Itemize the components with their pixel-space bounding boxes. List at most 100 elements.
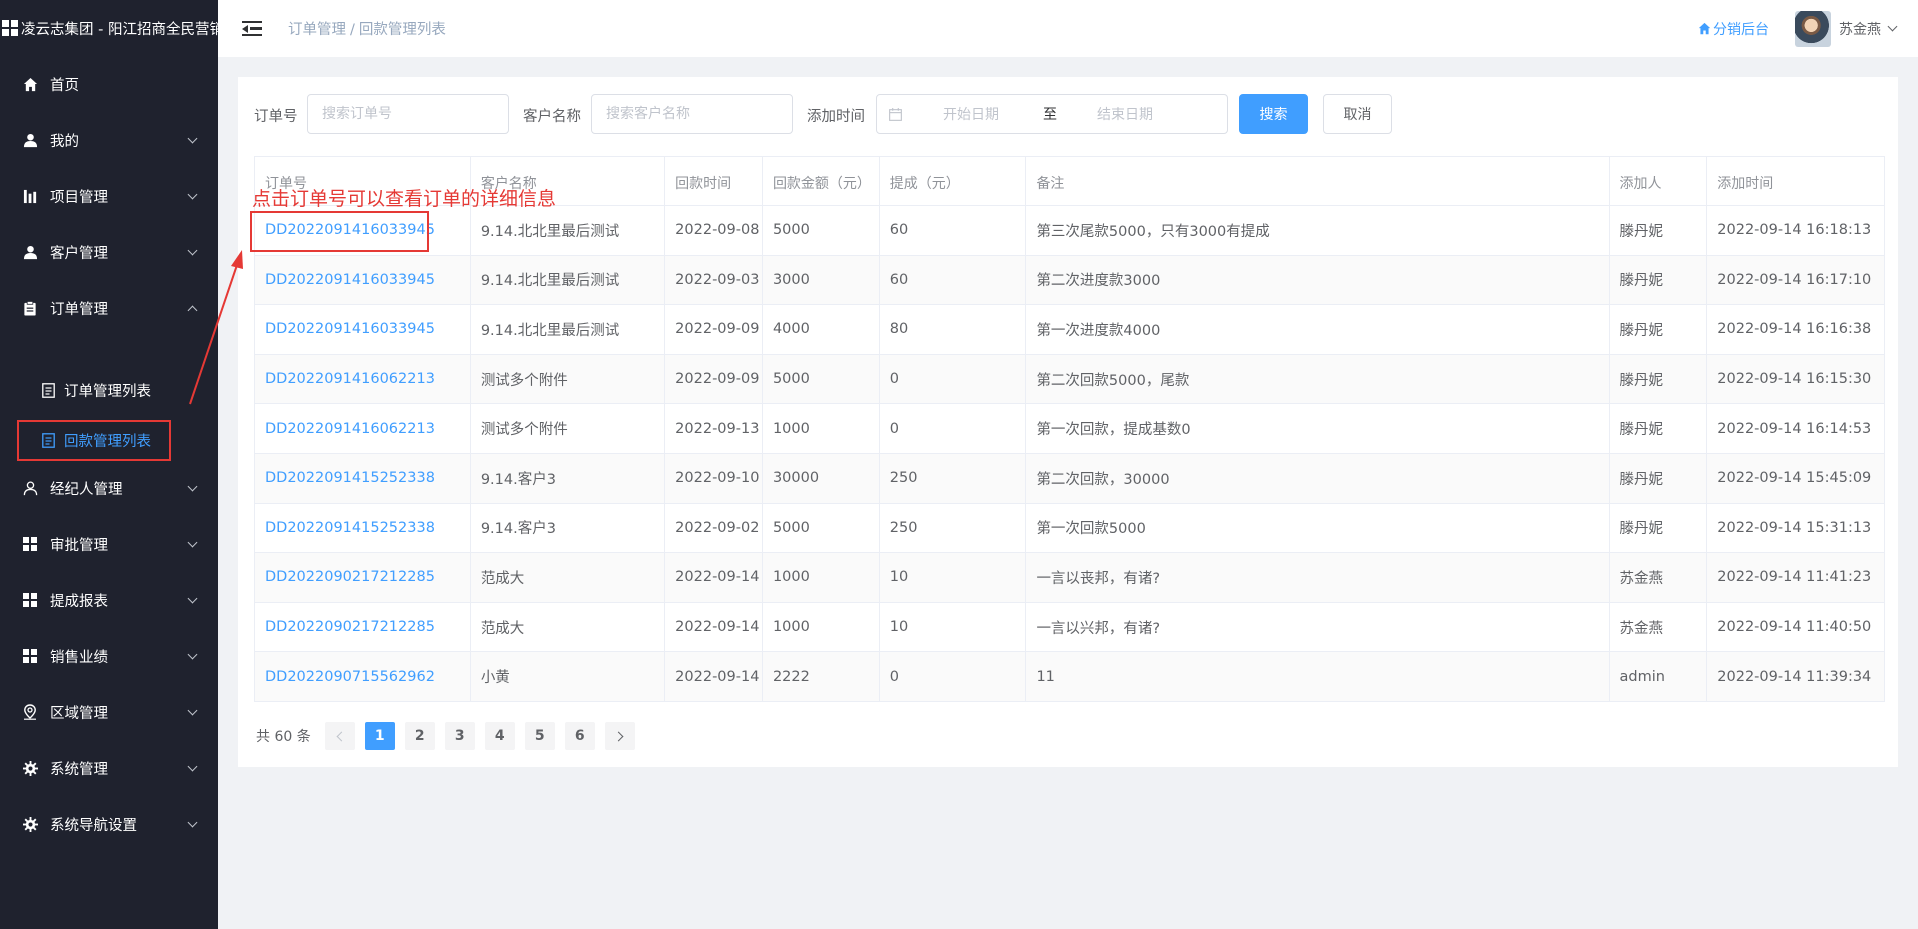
home-icon [1698, 22, 1711, 35]
page-button[interactable]: 3 [444, 722, 475, 750]
user-name[interactable]: 苏金燕 [1839, 19, 1881, 39]
column-header[interactable]: 客户名称 [469, 156, 666, 206]
avatar[interactable] [1795, 10, 1831, 47]
table-cell: 2022-09-14 [664, 651, 763, 702]
order-number-link[interactable]: DD2022090217212285 [265, 619, 435, 635]
order-number-link[interactable]: DD2022090217212285 [265, 569, 435, 585]
table-cell: 苏金燕 [1608, 601, 1708, 653]
pagination-total: 共 60 条 [256, 729, 311, 745]
order-number-link[interactable]: DD2022091416033945 [265, 222, 435, 238]
table-cell: 0 [878, 353, 1027, 405]
table-cell: 第二次进度款3000 [1025, 254, 1610, 306]
clipboard-icon [22, 300, 38, 316]
next-page-button[interactable] [604, 722, 635, 750]
table-cell: 2022-09-14 11:40:50 [1706, 601, 1885, 653]
column-header[interactable]: 回款时间 [664, 156, 763, 206]
table-cell: 2022-09-02 [664, 502, 763, 554]
page-button[interactable]: 2 [404, 722, 435, 750]
table-row: DD2022091415252338 9.14.客户3 2022-09-10 3000… [254, 452, 1885, 504]
sidebar-item-approvals[interactable]: 审批管理 [0, 516, 218, 572]
sidebar-item-nav-settings[interactable]: 系统导航设置 [0, 796, 218, 852]
table-cell: 2022-09-08 [664, 205, 763, 256]
table-cell: DD2022091416062213 [254, 403, 471, 454]
logo-grid-icon [2, 20, 18, 36]
table-cell: 1000 [761, 403, 880, 454]
chevron-down-icon [187, 537, 198, 548]
table-cell: DD2022091415252338 [254, 452, 471, 504]
table-cell: 80 [878, 304, 1027, 355]
page-button[interactable]: 6 [564, 722, 595, 750]
date-label: 添加时间 [807, 109, 865, 125]
page-button[interactable]: 1 [364, 722, 395, 750]
order-number-link[interactable]: DD2022091415252338 [265, 470, 435, 486]
breadcrumb-item-orders[interactable]: 订单管理 [288, 22, 346, 38]
sidebar-item-agents[interactable]: 经纪人管理 [0, 460, 218, 516]
customer-search-input[interactable] [591, 94, 793, 134]
order-number-link[interactable]: DD2022091416062213 [265, 421, 435, 437]
chevron-down-icon [187, 649, 198, 660]
table-cell: 2022-09-14 11:39:34 [1706, 651, 1885, 702]
sidebar-item-system[interactable]: 系统管理 [0, 740, 218, 796]
sidebar-item-payment-list[interactable]: 回款管理列表 [0, 420, 218, 461]
order-no-search-input[interactable] [307, 94, 509, 134]
table-cell: 9.14.客户3 [469, 502, 666, 554]
table-cell: 测试多个附件 [469, 353, 666, 405]
table-cell: 1000 [761, 601, 880, 653]
table-cell: 2022-09-09 [664, 304, 763, 355]
order-number-link[interactable]: DD2022090715562962 [265, 669, 435, 685]
table-row: DD2022091415252338 9.14.客户3 2022-09-02 5000… [254, 502, 1885, 554]
date-end-input[interactable]: 结束日期 [1097, 104, 1217, 124]
sidebar-item-regions[interactable]: 区域管理 [0, 684, 218, 740]
table-cell: 滕丹妮 [1608, 403, 1708, 454]
app-logo[interactable]: 凌云志集团 - 阳江招商全民营销 [0, 0, 218, 56]
prev-page-button[interactable] [324, 722, 355, 750]
order-no-label: 订单号 [254, 109, 298, 125]
page-button[interactable]: 5 [524, 722, 555, 750]
sidebar-item-mine[interactable]: 我的 [0, 112, 218, 168]
table-cell: 0 [878, 651, 1027, 702]
table-row: DD2022090217212285 范成大 2022-09-14 1000 10 一言以… [254, 552, 1885, 603]
column-header[interactable]: 回款金额（元） [761, 156, 880, 206]
column-header[interactable]: 提成（元） [878, 156, 1027, 206]
distribution-backend-link[interactable]: 分销后台 [1698, 19, 1769, 39]
collapse-menu-icon[interactable] [242, 20, 262, 37]
sidebar: 凌云志集团 - 阳江招商全民营销 首页 我的 项目管理 客户管理 订单管理 订单… [0, 0, 218, 929]
table-cell: 60 [878, 205, 1027, 256]
order-number-link[interactable]: DD2022091416033945 [265, 272, 435, 288]
sidebar-item-home[interactable]: 首页 [0, 56, 218, 112]
table-cell: DD2022090217212285 [254, 601, 471, 653]
chevron-down-icon [187, 133, 198, 144]
sidebar-item-label: 我的 [50, 133, 79, 150]
column-header[interactable]: 添加时间 [1706, 156, 1885, 206]
column-header[interactable]: 订单号 [254, 156, 471, 206]
order-number-link[interactable]: DD2022091416033945 [265, 321, 435, 337]
search-button[interactable]: 搜索 [1239, 94, 1308, 134]
cancel-button[interactable]: 取消 [1323, 94, 1392, 134]
sidebar-item-customers[interactable]: 客户管理 [0, 224, 218, 280]
column-header[interactable]: 备注 [1025, 156, 1610, 206]
order-number-link[interactable]: DD2022091416062213 [265, 371, 435, 387]
date-range-picker[interactable]: 开始日期 至 结束日期 [876, 94, 1228, 134]
table-cell: 2222 [761, 651, 880, 702]
sidebar-item-orders[interactable]: 订单管理 [0, 280, 218, 336]
sidebar-item-projects[interactable]: 项目管理 [0, 168, 218, 224]
sidebar-item-label: 区域管理 [50, 705, 108, 722]
table-cell: 2022-09-14 16:18:13 [1706, 205, 1885, 256]
sidebar-item-sales[interactable]: 销售业绩 [0, 628, 218, 684]
table-cell: 滕丹妮 [1608, 254, 1708, 306]
table-body: DD2022091416033945 9.14.北北里最后测试 2022-09-08… [254, 205, 1885, 702]
chevron-down-icon[interactable] [1887, 21, 1898, 32]
pagination: 共 60 条 123456 [256, 722, 645, 750]
sidebar-item-commission-report[interactable]: 提成报表 [0, 572, 218, 628]
column-header[interactable]: 添加人 [1608, 156, 1708, 206]
table-cell: 2022-09-14 15:31:13 [1706, 502, 1885, 554]
sidebar-item-label: 首页 [50, 77, 79, 94]
sidebar-item-order-list[interactable]: 订单管理列表 [0, 370, 218, 410]
user-icon [22, 132, 38, 148]
order-number-link[interactable]: DD2022091415252338 [265, 520, 435, 536]
table-cell: 60 [878, 254, 1027, 306]
top-header: 订单管理 / 回款管理列表 分销后台 苏金燕 [218, 0, 1918, 57]
page-button[interactable]: 4 [484, 722, 515, 750]
table-cell: 4000 [761, 304, 880, 355]
header-right: 分销后台 苏金燕 [1698, 0, 1898, 57]
